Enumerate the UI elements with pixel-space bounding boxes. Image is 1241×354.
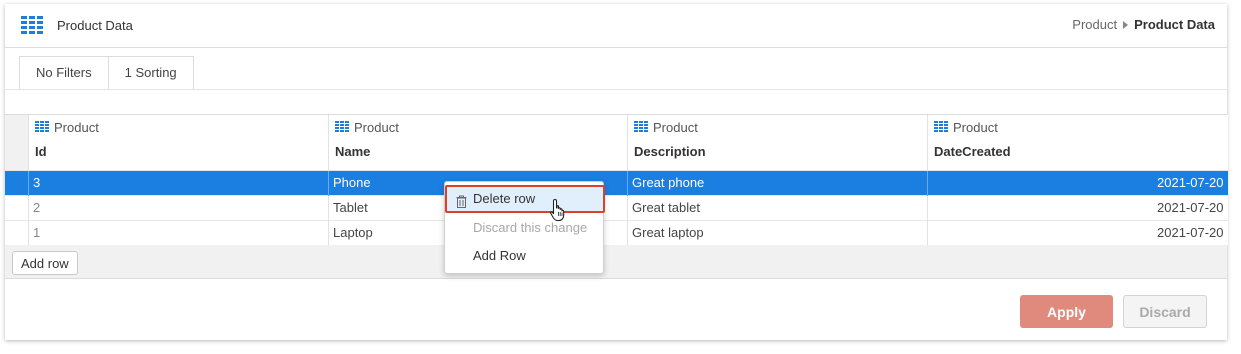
breadcrumb-parent[interactable]: Product [1072,17,1117,32]
column-source: Product [54,120,99,135]
menu-item-add-row[interactable]: Add Row [445,242,605,270]
column-name: Description [634,144,706,159]
tab-filters[interactable]: No Filters [19,56,109,89]
query-tabs: No Filters 1 Sorting [19,56,194,89]
cell-date[interactable]: 2021-07-20 [927,169,1228,195]
discard-button[interactable]: Discard [1123,295,1207,328]
table-grid-icon [934,120,948,135]
column-header-name[interactable]: Product Name [328,115,628,170]
gutter-header [5,115,28,170]
chevron-right-icon [1123,20,1129,29]
cell-id[interactable]: 3 [28,169,329,195]
table-grid-icon [35,120,49,135]
column-source: Product [653,120,698,135]
gutter-row[interactable] [5,170,28,195]
column-name: DateCreated [934,144,1011,159]
column-source: Product [953,120,998,135]
hand-pointer-icon [549,198,567,225]
page-title: Product Data [57,18,133,33]
data-grid-area: Product Id Product Name Product Descript… [5,114,1228,279]
row-context-menu: Delete row Discard this change Add Row [444,181,605,274]
panel-header: Product Data Product Product Data [5,4,1227,48]
column-source: Product [354,120,399,135]
breadcrumb-current: Product Data [1134,17,1215,32]
column-name: Id [35,144,47,159]
column-header-description[interactable]: Product Description [627,115,928,170]
column-name: Name [335,144,371,159]
product-data-panel: Product Data Product Product Data No Fil… [5,4,1228,340]
table-row[interactable]: 1 Laptop Great laptop 2021-07-20 [28,219,1228,245]
trash-icon [456,192,467,216]
gutter-row[interactable] [5,195,28,220]
cell-id[interactable]: 2 [28,194,329,220]
cell-description[interactable]: Great tablet [627,194,928,220]
column-header-id[interactable]: Product Id [28,115,329,170]
cell-id[interactable]: 1 [28,219,329,245]
breadcrumb: Product Product Data [1072,17,1215,32]
menu-item-delete-row[interactable]: Delete row [445,185,605,213]
data-table: Product Id Product Name Product Descript… [28,115,1228,245]
row-gutter [5,115,28,246]
cell-date[interactable]: 2021-07-20 [927,219,1228,245]
table-row[interactable]: 2 Tablet Great tablet 2021-07-20 [28,194,1228,220]
menu-item-discard-change: Discard this change [445,214,605,242]
table-grid-icon [634,120,648,135]
cell-description[interactable]: Great laptop [627,219,928,245]
cell-date[interactable]: 2021-07-20 [927,194,1228,220]
table-grid-icon [21,16,43,37]
tab-sorting[interactable]: 1 Sorting [108,56,194,89]
cell-description[interactable]: Great phone [627,169,928,195]
table-row[interactable]: 3 Phone Great phone 2021-07-20 [28,169,1228,195]
divider [5,89,1227,90]
menu-item-label: Delete row [473,191,536,206]
column-header-datecreated[interactable]: Product DateCreated [927,115,1228,170]
menu-item-label: Add Row [473,248,526,263]
footer-actions: Apply Discard [1020,295,1207,328]
gutter-row[interactable] [5,220,28,245]
apply-button[interactable]: Apply [1020,295,1113,328]
header-row: Product Id Product Name Product Descript… [28,115,1228,170]
add-row-button[interactable]: Add row [12,251,78,275]
menu-item-label: Discard this change [473,220,588,235]
table-grid-icon [335,120,349,135]
